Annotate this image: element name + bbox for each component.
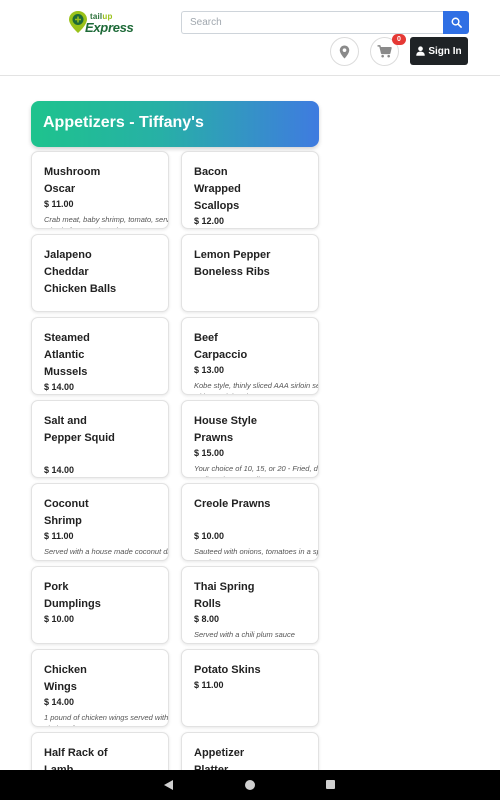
category-title: Appetizers - Tiffany's	[43, 114, 204, 131]
menu-item-name: Bacon Wrapped Scallops	[194, 166, 241, 212]
search-icon	[451, 17, 462, 28]
menu-item-name: Jalapeno Cheddar Chicken Balls	[44, 249, 117, 295]
menu-item-price: $ 11.00	[194, 680, 224, 690]
sign-in-button[interactable]: Sign In	[410, 37, 468, 65]
menu-item-price: $ 10.00	[194, 531, 225, 541]
menu-item-name: Pork Dumplings	[44, 581, 101, 610]
tailup-express-logo[interactable]: tailup Express	[68, 10, 134, 35]
map-marker-icon	[339, 44, 350, 59]
menu-item-name: Lemon Pepper Boneless Ribs	[194, 249, 271, 278]
menu-item-card[interactable]: Thai Spring Rolls $ 8.00 Served with a c…	[181, 566, 319, 644]
user-icon	[416, 46, 426, 56]
menu-item-price: $ 8.00	[194, 614, 220, 624]
menu-item-name: Coconut Shrimp	[44, 498, 89, 527]
menu-item-name: Potato Skins	[194, 664, 261, 676]
search-button[interactable]	[443, 11, 469, 34]
search-bar	[181, 11, 469, 34]
android-navigation-bar	[0, 770, 500, 800]
menu-item-name: House Style Prawns	[194, 415, 257, 444]
menu-item-price: $ 14.00	[44, 465, 75, 475]
menu-item-card[interactable]: House Style Prawns $ 15.00 Your choice o…	[181, 400, 319, 478]
recent-apps-square-icon[interactable]	[326, 780, 335, 789]
logo-wordmark-express: Express	[85, 20, 134, 35]
cart-count-badge: 0	[392, 34, 406, 45]
menu-item-description: Kobe style, thinly sliced AAA sirloin se…	[194, 381, 318, 394]
menu-item-card[interactable]: Bacon Wrapped Scallops $ 12.00	[181, 151, 319, 229]
menu-item-card[interactable]: Coconut Shrimp $ 11.00 Served with a hou…	[31, 483, 169, 561]
menu-item-description: Sauteed with onions, tomatoes in a spicy…	[194, 547, 318, 560]
top-header: tailup Express 0 Sign In	[0, 0, 500, 76]
menu-item-name: Thai Spring Rolls	[194, 581, 255, 610]
menu-item-price: $ 12.00	[194, 216, 225, 226]
menu-item-description: 1 pound of chicken wings served with you…	[44, 713, 169, 726]
menu-item-card[interactable]: Jalapeno Cheddar Chicken Balls	[31, 234, 169, 312]
menu-item-price: $ 11.00	[44, 199, 74, 209]
menu-item-name: Salt and Pepper Squid	[44, 415, 115, 444]
menu-item-card[interactable]: Creole Prawns $ 10.00 Sauteed with onion…	[181, 483, 319, 561]
menu-item-name: Chicken Wings	[44, 664, 87, 693]
menu-item-price: $ 13.00	[194, 365, 225, 375]
menu-item-description: Crab meat, baby shrimp, tomato, served o…	[44, 215, 168, 228]
sign-in-label: Sign In	[428, 45, 462, 57]
menu-item-price: $ 10.00	[44, 614, 75, 624]
menu-item-name: Steamed Atlantic Mussels	[44, 332, 90, 378]
menu-item-price: $ 14.00	[44, 697, 75, 707]
category-header: Appetizers - Tiffany's	[31, 101, 319, 147]
search-input[interactable]	[181, 11, 443, 34]
menu-item-price: $ 11.00	[44, 531, 74, 541]
menu-item-card[interactable]: Beef Carpaccio $ 13.00 Kobe style, thinl…	[181, 317, 319, 395]
menu-item-card[interactable]: Chicken Wings $ 14.00 1 pound of chicken…	[31, 649, 169, 727]
menu-item-card[interactable]: Pork Dumplings $ 10.00	[31, 566, 169, 644]
menu-item-card[interactable]: Potato Skins $ 11.00	[181, 649, 319, 727]
menu-item-card[interactable]: Mushroom Oscar $ 11.00 Crab meat, baby s…	[31, 151, 169, 229]
menu-item-description: Served with a chili plum sauce	[194, 630, 295, 639]
menu-item-name: Creole Prawns	[194, 498, 271, 510]
home-circle-icon[interactable]	[245, 780, 255, 790]
menu-item-price: $ 15.00	[194, 448, 225, 458]
menu-item-price: $ 14.00	[44, 382, 75, 392]
shopping-cart-icon	[377, 45, 392, 58]
menu-item-card[interactable]: Salt and Pepper Squid $ 14.00	[31, 400, 169, 478]
menu-item-description: Served with a house made coconut dipping…	[44, 547, 168, 560]
menu-item-card[interactable]: Lemon Pepper Boneless Ribs	[181, 234, 319, 312]
back-triangle-icon[interactable]	[164, 780, 173, 790]
menu-item-description: Your choice of 10, 15, or 20 - Fried, dr…	[194, 464, 318, 477]
menu-item-name: Beef Carpaccio	[194, 332, 248, 361]
menu-item-name: Mushroom Oscar	[44, 166, 101, 195]
menu-item-card[interactable]: Steamed Atlantic Mussels $ 14.00	[31, 317, 169, 395]
location-button[interactable]	[330, 37, 359, 66]
